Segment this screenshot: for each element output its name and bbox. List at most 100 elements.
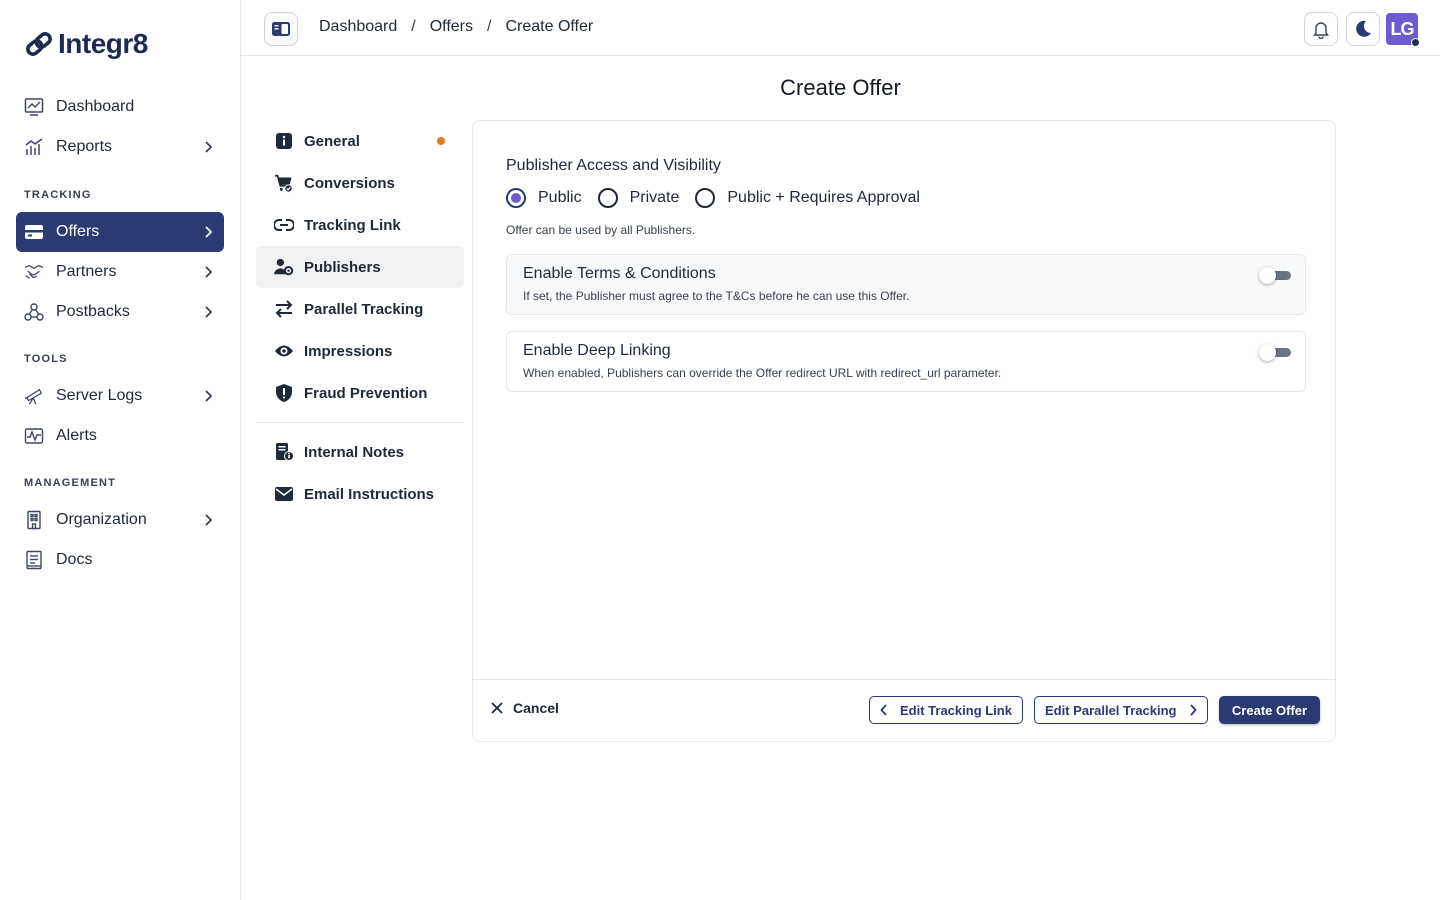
sidebar-item-dashboard[interactable]: Dashboard xyxy=(16,87,224,127)
offers-icon xyxy=(24,222,44,242)
radio-label: Private xyxy=(629,189,680,206)
notes-icon xyxy=(274,442,294,462)
deep-linking-toggle[interactable] xyxy=(1259,344,1291,361)
sidebar-item-reports[interactable]: Reports xyxy=(16,127,224,167)
button-label: Create Offer xyxy=(1231,702,1308,718)
section-label-tools: TOOLS xyxy=(24,353,68,365)
edit-parallel-tracking-button[interactable]: Edit Parallel Tracking xyxy=(1034,696,1208,724)
theme-toggle-button[interactable] xyxy=(1346,12,1380,46)
sidebar-item-partners[interactable]: Partners xyxy=(16,252,224,292)
subnav-label: Internal Notes xyxy=(304,443,405,461)
chart-monitor-icon xyxy=(24,97,44,117)
tab-internal-notes[interactable]: Internal Notes xyxy=(256,431,464,473)
chevron-right-icon xyxy=(200,264,216,280)
button-label: Edit Tracking Link xyxy=(900,702,1012,718)
sidebar-toggle-button[interactable] xyxy=(264,12,298,46)
info-icon xyxy=(274,131,294,151)
sidebar-item-server-logs[interactable]: Server Logs xyxy=(16,376,224,416)
telescope-icon xyxy=(24,386,44,406)
avatar-initials: LG xyxy=(1390,18,1415,39)
arrows-swap-icon xyxy=(274,299,294,319)
top-header: Dashboard / Offers / Create Offer LG xyxy=(241,0,1440,56)
chevron-right-icon xyxy=(200,388,216,404)
breadcrumb-separator: / xyxy=(487,18,492,35)
sidebar: Integr8 Dashboard Reports TRACKING Offer… xyxy=(0,0,241,900)
create-offer-button[interactable]: Create Offer xyxy=(1219,696,1320,724)
option-title: Enable Deep Linking xyxy=(523,342,671,359)
tab-email-instructions[interactable]: Email Instructions xyxy=(256,473,464,515)
radio-public-requires-approval[interactable]: Public + Requires Approval xyxy=(695,188,920,208)
link-logo-icon xyxy=(26,32,52,56)
option-title: Enable Terms & Conditions xyxy=(523,265,716,282)
unsaved-indicator-dot xyxy=(437,137,445,145)
sidebar-toggle-icon xyxy=(271,21,291,37)
panel-footer: Cancel Edit Tracking Link Edit Parallel … xyxy=(473,679,1335,741)
radio-private[interactable]: Private xyxy=(597,188,680,208)
tab-impressions[interactable]: Impressions xyxy=(256,330,464,372)
sidebar-item-label: Dashboard xyxy=(56,98,135,115)
subnav-label: General xyxy=(304,132,360,150)
radio-button-checked[interactable] xyxy=(506,188,526,208)
section-label-management: MANAGEMENT xyxy=(24,477,117,489)
sidebar-item-docs[interactable]: Docs xyxy=(16,540,224,580)
bell-icon xyxy=(1311,19,1331,39)
sidebar-item-label: Reports xyxy=(56,138,113,155)
chevron-left-icon xyxy=(880,704,888,716)
toggle-knob xyxy=(1259,267,1276,284)
publishers-panel: Publisher Access and Visibility Public P… xyxy=(472,120,1336,742)
building-icon xyxy=(24,510,44,530)
sidebar-item-label: Organization xyxy=(56,511,147,528)
tab-general[interactable]: General xyxy=(256,120,464,162)
radio-label: Public + Requires Approval xyxy=(727,189,920,206)
radio-button[interactable] xyxy=(597,188,618,208)
edit-tracking-link-button[interactable]: Edit Tracking Link xyxy=(869,696,1023,724)
sidebar-item-organization[interactable]: Organization xyxy=(16,500,224,540)
cart-check-icon xyxy=(274,173,294,193)
sidebar-item-offers[interactable]: Offers xyxy=(16,212,224,252)
subnav-label: Conversions xyxy=(304,174,395,192)
webhook-icon xyxy=(24,302,44,322)
cancel-button[interactable]: Cancel xyxy=(491,700,559,716)
bar-chart-icon xyxy=(24,137,44,157)
breadcrumb-offers[interactable]: Offers xyxy=(430,18,473,36)
tab-fraud-prevention[interactable]: Fraud Prevention xyxy=(256,372,464,414)
deep-linking-card: Enable Deep Linking When enabled, Publis… xyxy=(506,331,1306,392)
document-icon xyxy=(24,550,44,570)
shield-icon xyxy=(274,383,294,403)
chevron-right-icon xyxy=(200,139,216,155)
tab-tracking-link[interactable]: Tracking Link xyxy=(256,204,464,246)
sidebar-item-label: Server Logs xyxy=(56,387,143,404)
envelope-icon xyxy=(274,484,294,504)
notifications-button[interactable] xyxy=(1304,12,1338,46)
sidebar-item-label: Docs xyxy=(56,551,93,568)
sidebar-item-alerts[interactable]: Alerts xyxy=(16,416,224,456)
breadcrumb-current: Create Offer xyxy=(505,18,594,35)
brand-logo[interactable]: Integr8 xyxy=(24,28,148,60)
terms-toggle[interactable] xyxy=(1259,267,1291,284)
option-description: When enabled, Publishers can override th… xyxy=(523,366,1002,380)
subnav-label: Parallel Tracking xyxy=(304,300,424,318)
tab-publishers[interactable]: Publishers xyxy=(256,246,464,288)
radio-button[interactable] xyxy=(695,188,716,208)
status-dot xyxy=(1411,38,1420,47)
sidebar-item-label: Postbacks xyxy=(56,303,130,320)
moon-icon xyxy=(1353,19,1373,39)
breadcrumb: Dashboard / Offers / Create Offer xyxy=(319,18,593,36)
user-avatar[interactable]: LG xyxy=(1386,13,1420,47)
tab-parallel-tracking[interactable]: Parallel Tracking xyxy=(256,288,464,330)
pulse-icon xyxy=(24,426,44,446)
tab-conversions[interactable]: Conversions xyxy=(256,162,464,204)
visibility-helper-text: Offer can be used by all Publishers. xyxy=(506,223,696,237)
radio-public[interactable]: Public xyxy=(506,188,582,208)
sidebar-item-label: Offers xyxy=(56,223,100,240)
breadcrumb-dashboard[interactable]: Dashboard xyxy=(319,18,397,36)
subnav-label: Impressions xyxy=(304,342,393,360)
toggle-knob xyxy=(1259,344,1276,361)
handshake-icon xyxy=(24,262,44,282)
sidebar-item-postbacks[interactable]: Postbacks xyxy=(16,292,224,332)
option-description: If set, the Publisher must agree to the … xyxy=(523,289,910,303)
sidebar-item-label: Alerts xyxy=(56,427,97,444)
subnav-label: Tracking Link xyxy=(304,216,401,234)
section-label-tracking: TRACKING xyxy=(24,189,92,201)
page-title: Create Offer xyxy=(780,75,901,100)
